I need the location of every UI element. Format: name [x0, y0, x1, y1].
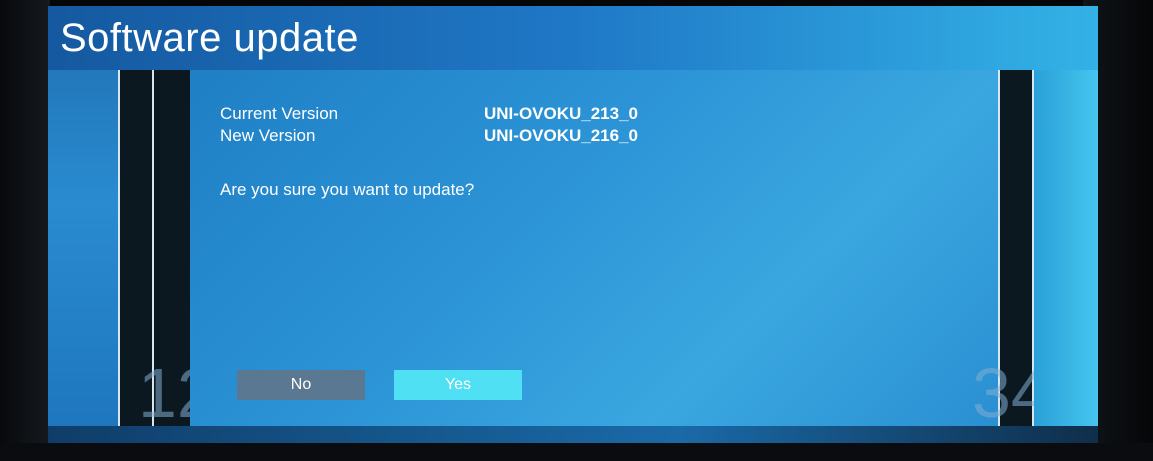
no-button[interactable]: No: [237, 370, 365, 400]
title-bar: Software update: [48, 6, 1098, 70]
new-version-label: New Version: [220, 126, 316, 145]
current-version-value: UNI-OVOKU_213_0: [484, 104, 639, 123]
side-panel-right: 34: [972, 70, 1050, 428]
new-version-value: UNI-OVOKU_216_0: [484, 126, 639, 145]
page-title: Software update: [60, 16, 359, 60]
tv-bezel-left: [0, 0, 50, 461]
bottom-strip: [48, 426, 1098, 443]
yes-button[interactable]: Yes: [394, 370, 522, 400]
update-dialog: Current Version UNI-OVOKU_213_0 New Vers…: [190, 70, 998, 426]
confirm-question: Are you sure you want to update?: [220, 180, 475, 199]
right-panel-highlight: [1034, 70, 1098, 426]
tv-screen: Software update 12 Current Version UNI-O…: [48, 6, 1098, 443]
panel-divider: [118, 70, 120, 426]
current-version-label: Current Version: [220, 104, 339, 123]
tv-bezel-bottom: [0, 443, 1153, 461]
